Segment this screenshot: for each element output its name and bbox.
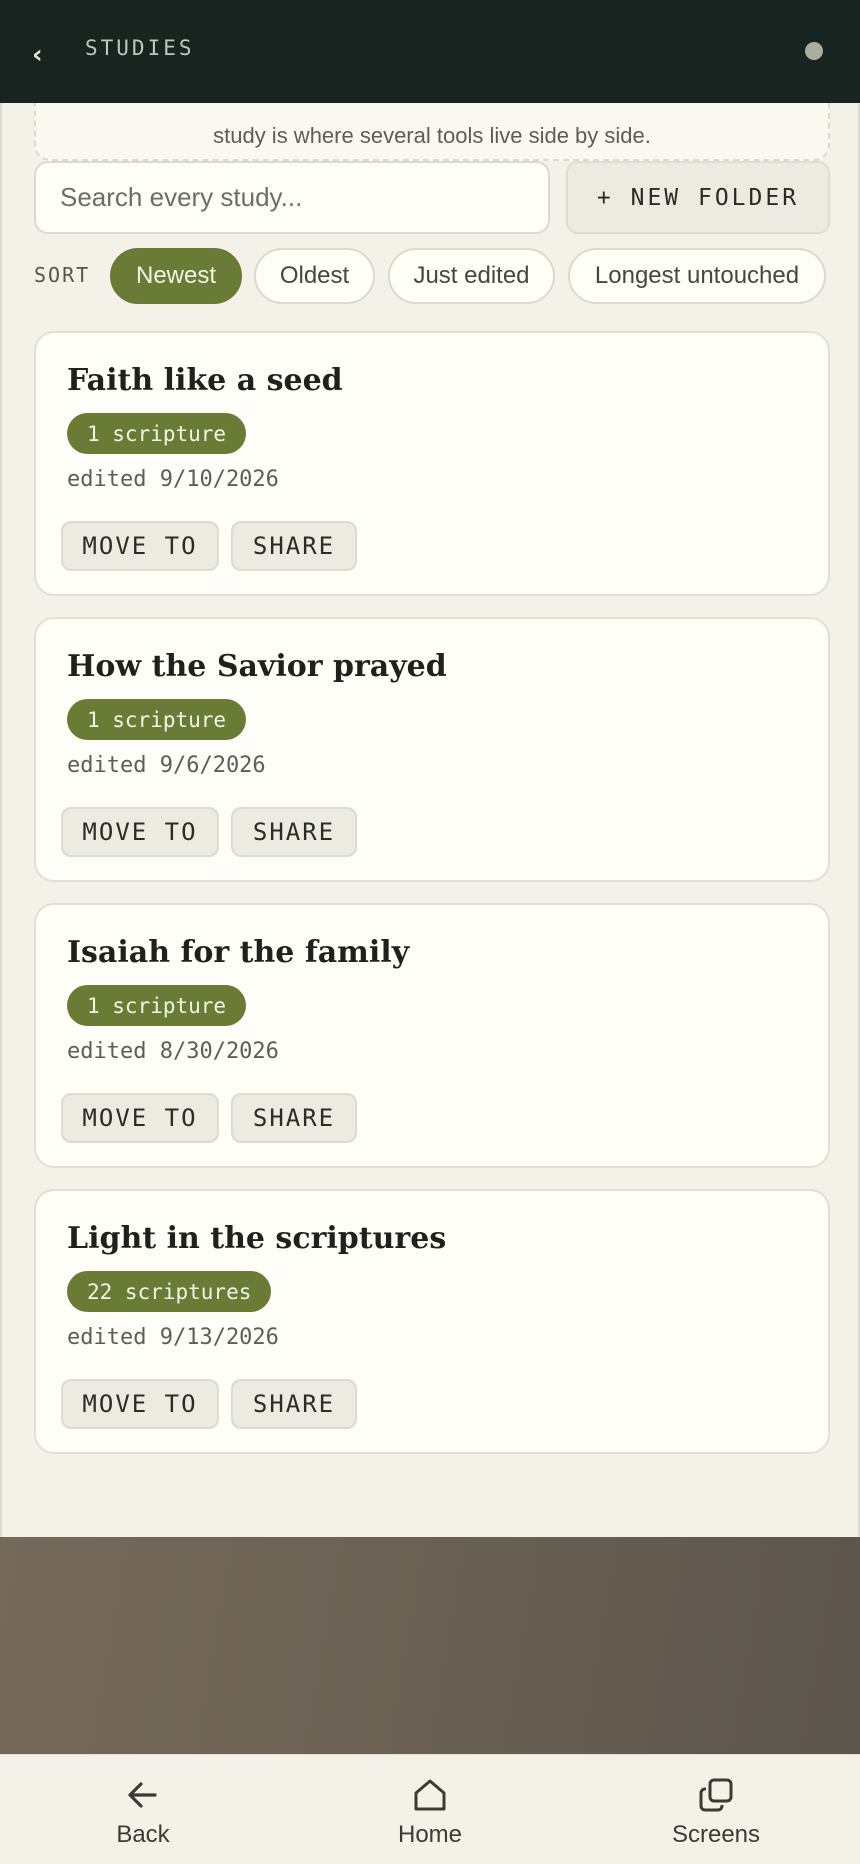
share-button[interactable]: SHARE (231, 807, 357, 857)
intro-note: study is where several tools live side b… (34, 103, 830, 161)
new-folder-button[interactable]: + NEW FOLDER (566, 161, 830, 234)
nav-screens-button[interactable]: Screens (626, 1755, 806, 1864)
system-nav-bar: Back Home Screens (0, 1754, 860, 1864)
share-button[interactable]: SHARE (231, 1379, 357, 1429)
study-title: Isaiah for the family (67, 935, 410, 970)
sort-chip-just-edited[interactable]: Just edited (388, 248, 555, 304)
move-to-button[interactable]: MOVE TO (61, 521, 219, 571)
overlapping-squares-icon (699, 1778, 733, 1812)
nav-screens-label: Screens (671, 1821, 761, 1848)
sort-chip-oldest[interactable]: Oldest (254, 248, 375, 304)
study-title: Faith like a seed (67, 363, 343, 398)
move-to-button[interactable]: MOVE TO (61, 1093, 219, 1143)
study-card[interactable]: Light in the scriptures 22 scriptures ed… (34, 1189, 830, 1454)
edited-date: edited 9/6/2026 (67, 753, 266, 778)
nav-home-label: Home (397, 1821, 463, 1848)
study-card[interactable]: Faith like a seed 1 scripture edited 9/1… (34, 331, 830, 596)
sort-label: SORT (34, 263, 91, 287)
edited-date: edited 9/13/2026 (67, 1325, 279, 1350)
nav-back-label: Back (116, 1821, 170, 1848)
sort-chip-longest-untouched[interactable]: Longest untouched (568, 248, 826, 304)
share-button[interactable]: SHARE (231, 521, 357, 571)
search-input[interactable] (34, 161, 550, 234)
scripture-count-badge: 1 scripture (67, 985, 247, 1026)
nav-back-button[interactable]: Back (53, 1755, 233, 1864)
study-card[interactable]: Isaiah for the family 1 scripture edited… (34, 903, 830, 1168)
study-title: How the Savior prayed (67, 649, 447, 684)
scripture-count-badge: 22 scriptures (67, 1271, 272, 1312)
arrow-left-icon (128, 1782, 157, 1808)
edited-date: edited 9/10/2026 (67, 467, 279, 492)
nav-home-button[interactable]: Home (340, 1755, 520, 1864)
edited-date: edited 8/30/2026 (67, 1039, 279, 1064)
studies-panel: study is where several tools live side b… (0, 103, 860, 1537)
scripture-count-badge: 1 scripture (67, 699, 247, 740)
scripture-count-badge: 1 scripture (67, 413, 247, 454)
intro-text: study is where several tools live side b… (213, 123, 651, 148)
study-card[interactable]: How the Savior prayed 1 scripture edited… (34, 617, 830, 882)
home-icon (414, 1779, 446, 1811)
share-button[interactable]: SHARE (231, 1093, 357, 1143)
top-app-bar: ‹ STUDIES (0, 0, 860, 103)
sort-chip-newest[interactable]: Newest (110, 248, 242, 304)
background-scrim (0, 1537, 860, 1754)
move-to-button[interactable]: MOVE TO (61, 807, 219, 857)
status-dot-icon (805, 42, 823, 60)
study-title: Light in the scriptures (67, 1221, 447, 1256)
move-to-button[interactable]: MOVE TO (61, 1379, 219, 1429)
page-title: STUDIES (85, 36, 195, 60)
chevron-left-icon[interactable]: ‹ (32, 38, 60, 72)
